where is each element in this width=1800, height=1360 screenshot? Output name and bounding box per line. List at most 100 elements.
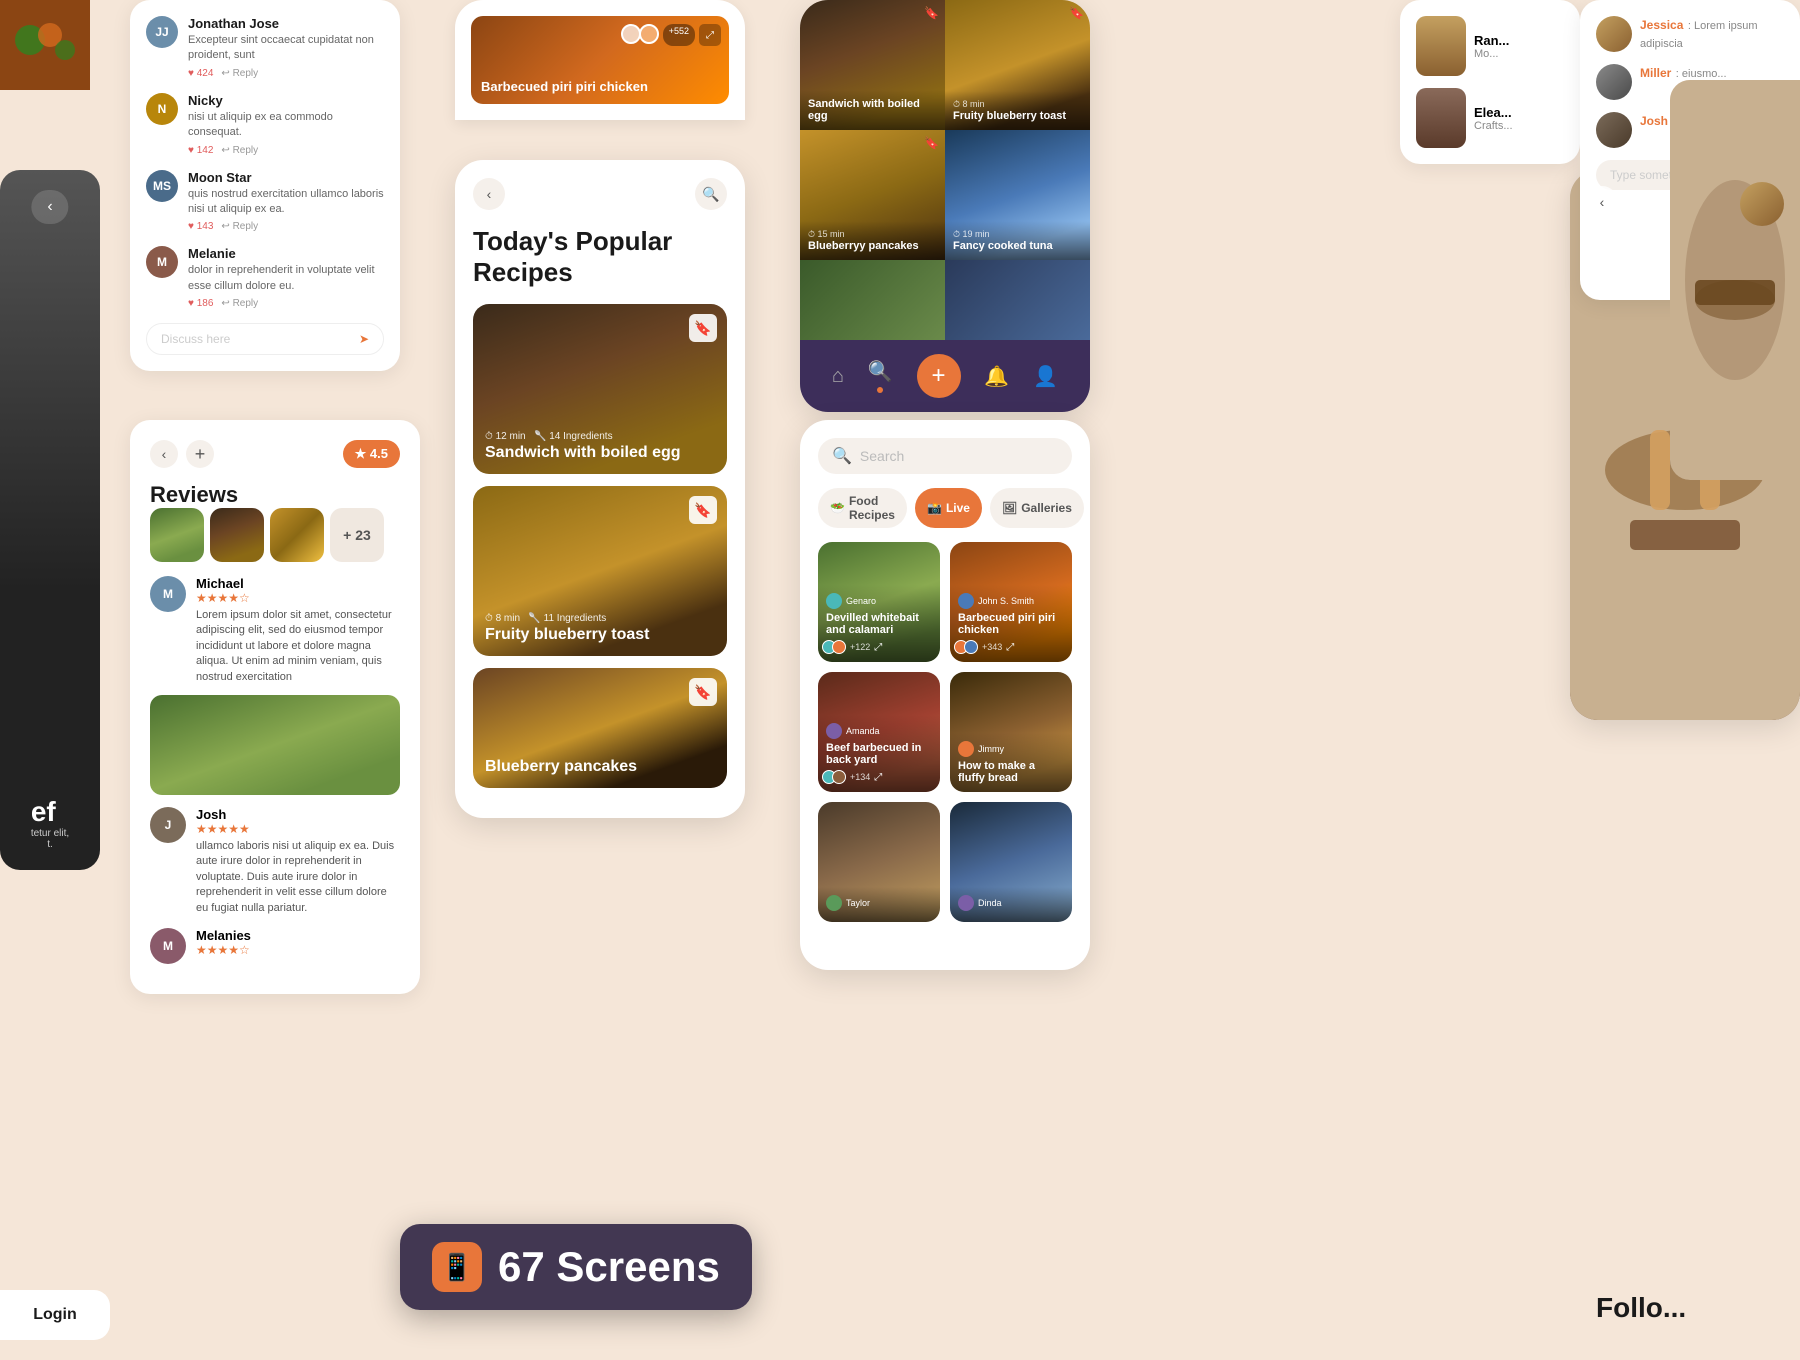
grid-cell-name: Blueberryy pancakes [808,240,937,252]
food-icon: 🥗 [830,501,845,515]
author-name: Genaro [846,596,876,606]
grid-card-whitebait[interactable]: Genaro Devilled whitebait and calamari +… [818,542,940,662]
commenter-name: Melanie [188,246,384,261]
review-thumb-2 [210,508,264,562]
author-name: Jimmy [978,744,1004,754]
author-avatar [826,895,842,911]
review-thumb-3 [270,508,324,562]
reply-button[interactable]: ↩ Reply [221,145,258,156]
bookmark-icon[interactable]: 🔖 [689,314,717,342]
person-image-1 [1416,16,1466,76]
reply-button[interactable]: ↩ Reply [221,68,258,79]
home-icon[interactable]: ⌂ [832,365,844,388]
barbecued-card: Barbecued piri piri chicken +552 ⤢ [471,16,729,104]
reviews-add-button[interactable]: + [186,440,214,468]
login-label[interactable]: Login [12,1306,98,1324]
recipe-meta: ⏱ 8 min 🥄 11 Ingredients [485,613,649,624]
chef-subtitle: tetur elit,t. [31,828,69,850]
grid-cell-meta: ⏱ 8 min [953,99,1082,110]
reply-button[interactable]: ↩ Reply [221,221,258,232]
reviewer-item: J Josh ★★★★★ ullamco laboris nisi ut ali… [150,807,400,916]
grid-card-taylor[interactable]: Taylor [818,802,940,922]
filter-live[interactable]: 📸 Live [915,488,982,528]
reviewer-avatar: J [150,807,186,843]
login-panel: Login [0,1290,110,1340]
bookmark-icon[interactable]: 🔖 [924,6,939,20]
profile-icon[interactable]: 👤 [1033,364,1058,389]
review-thumbnails: + 23 [150,508,400,562]
bookmark-icon[interactable]: 🔖 [1069,6,1084,20]
nav-back-button[interactable]: ‹ [1586,186,1618,218]
review-thumb-more: + 23 [330,508,384,562]
expand-icon[interactable]: ⤢ [1006,642,1014,653]
message-item: Jessica : Lorem ipsum adipiscia [1596,16,1784,52]
nav-back-button[interactable]: ‹ [31,190,68,224]
filter-food-recipes[interactable]: 🥗 Food Recipes [818,488,907,528]
viewer-avatar [832,640,846,654]
send-icon[interactable]: ➤ [359,332,369,346]
active-indicator [877,387,883,393]
bookmark-icon[interactable]: 🔖 [689,496,717,524]
phone-search-button[interactable]: 🔍 [695,178,727,210]
author-name: John S. Smith [978,596,1034,606]
grid-cell-meta: ⏱ 19 min [953,229,1082,240]
phone-back-button[interactable]: ‹ [473,178,505,210]
reviews-back-button[interactable]: ‹ [150,440,178,468]
reviews-title: Reviews [150,482,400,508]
msg-sender-name: Miller [1640,66,1671,80]
grid-cell-blueberry-toast[interactable]: ⏱ 8 min Fruity blueberry toast 🔖 [945,0,1090,130]
add-button[interactable]: + [917,354,961,398]
bg-cooking-right [1670,80,1800,480]
reviewer-stars: ★★★★☆ [196,943,400,957]
filter-galleries[interactable]: 🖼 Galleries [990,488,1084,528]
commenter-avatar: MS [146,170,178,202]
grid-card-bread[interactable]: Jimmy How to make a fluffy bread [950,672,1072,792]
bookmark-icon[interactable]: 🔖 [689,678,717,706]
grid-cell-extra2 [945,260,1090,340]
person-role-1: Mo... [1474,48,1509,60]
grid-cell-meta: ⏱ 15 min [808,229,937,240]
grid-card-piri-piri[interactable]: John S. Smith Barbecued piri piri chicke… [950,542,1072,662]
msg-sender-name: Josh [1640,114,1668,128]
expand-button[interactable]: ⤢ [699,24,721,46]
recipe-card-pancakes[interactable]: 🔖 Blueberry pancakes [473,668,727,788]
heart-count: ♥ 143 [188,221,213,232]
recipe-card-sandwich[interactable]: 🔖 ⏱ 12 min 🥄 14 Ingredients Sandwich wit… [473,304,727,474]
search-nav-item[interactable]: 🔍 [868,359,893,393]
grid-cell-pancakes[interactable]: ⏱ 15 min Blueberryy pancakes 🔖 [800,130,945,260]
expand-icon[interactable]: ⤢ [874,772,882,783]
grid-cell-tuna[interactable]: ⏱ 19 min Fancy cooked tuna [945,130,1090,260]
search-placeholder: Search [860,448,904,464]
commenter-avatar: N [146,93,178,125]
screens-badge: 📱 67 Screens [400,1224,752,1310]
comment-item: M Melanie dolor in reprehenderit in volu… [146,246,384,309]
discuss-input[interactable]: Discuss here ➤ [146,323,384,355]
search-bar[interactable]: 🔍 Search [818,438,1072,474]
recipe-grid: Genaro Devilled whitebait and calamari +… [818,542,1072,922]
commenter-name: Moon Star [188,170,384,185]
person-role-2: Crafts... [1474,120,1513,132]
follow-section: Follo... [1580,1276,1800,1340]
filter-tabs: 🥗 Food Recipes 📸 Live 🖼 Galleries [818,488,1072,528]
author-avatar [958,593,974,609]
card-name: Barbecued piri piri chicken [958,612,1064,636]
review-thumb-1 [150,508,204,562]
person-name-2: Elea... [1474,105,1513,120]
recipe-name: Sandwich with boiled egg [485,444,681,462]
grid-card-beef[interactable]: Amanda Beef barbecued in back yard +134 … [818,672,940,792]
expand-icon[interactable]: ⤢ [874,642,882,653]
grid-card-dinda[interactable]: Dinda [950,802,1072,922]
badge-count: 67 Screens [498,1243,720,1291]
reviewer-item: M Melanies ★★★★☆ [150,928,400,964]
heart-count: ♥ 186 [188,298,213,309]
bookmark-icon[interactable]: 🔖 [924,136,939,150]
bell-icon[interactable]: 🔔 [984,364,1009,389]
recipe-image-pancakes: 🔖 Blueberry pancakes [473,668,727,788]
grid-cell-sandwich[interactable]: Sandwich with boiled egg 🔖 [800,0,945,130]
gallery-icon: 🖼 [1002,501,1017,515]
follow-title: Follo... [1596,1292,1784,1324]
reviewer-avatar: M [150,928,186,964]
reply-button[interactable]: ↩ Reply [221,298,258,309]
barbecued-title: Barbecued piri piri chicken [481,79,648,94]
recipe-card-blueberry-toast[interactable]: 🔖 ⏱ 8 min 🥄 11 Ingredients Fruity bluebe… [473,486,727,656]
